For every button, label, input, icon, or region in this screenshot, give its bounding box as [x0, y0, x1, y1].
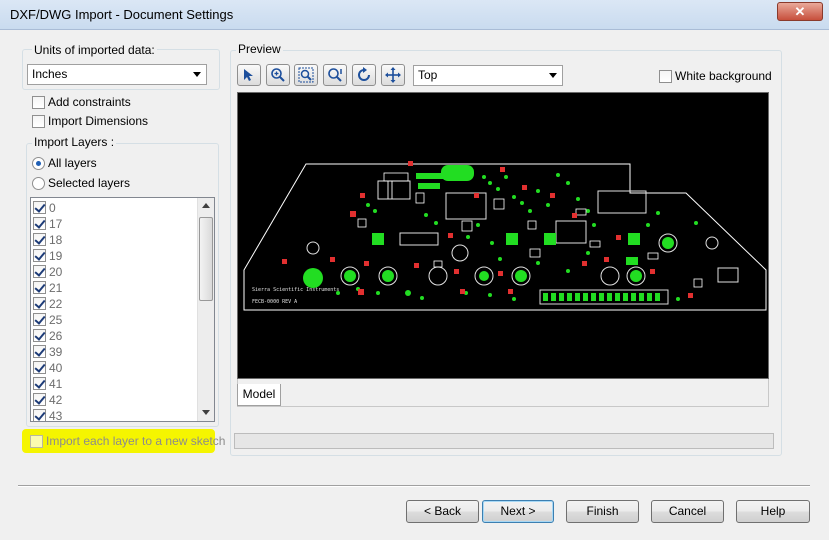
layer-label: 41: [49, 377, 63, 391]
zoom-fit-icon: [328, 68, 342, 82]
back-button[interactable]: < Back: [406, 500, 479, 523]
tab-strip: [237, 379, 769, 407]
import-each-layer-label: Import each layer to a new sketch: [46, 434, 226, 448]
layer-checkbox[interactable]: [33, 233, 46, 246]
select-tool-button[interactable]: [237, 64, 261, 86]
tab-model[interactable]: Model: [237, 384, 281, 406]
layer-label: 42: [49, 393, 63, 407]
add-constraints-checkbox[interactable]: [32, 96, 45, 109]
view-orientation-value: Top: [418, 68, 438, 82]
layer-label: 22: [49, 297, 63, 311]
layer-checkbox[interactable]: [33, 281, 46, 294]
layer-checkbox[interactable]: [33, 345, 46, 358]
help-button[interactable]: Help: [736, 500, 810, 523]
layer-checkbox[interactable]: [33, 297, 46, 310]
white-background-label: White background: [675, 69, 772, 83]
all-layers-radio[interactable]: [32, 157, 45, 170]
tab-model-label: Model: [242, 387, 276, 401]
add-constraints-label: Add constraints: [48, 95, 131, 109]
selected-layers-radio[interactable]: [32, 177, 45, 190]
zoom-fit-button[interactable]: [323, 64, 347, 86]
window-title: DXF/DWG Import - Document Settings: [10, 7, 234, 22]
selected-layers-label: Selected layers: [48, 176, 131, 190]
layers-scrollbar[interactable]: [197, 198, 214, 421]
pcb-drawing: Sierra Scientific Instruments FECB-0000 …: [243, 161, 767, 311]
cancel-button[interactable]: Cancel: [651, 500, 724, 523]
separator: [18, 485, 810, 487]
pan-button[interactable]: [381, 64, 405, 86]
layer-label: 19: [49, 249, 63, 263]
preview-canvas[interactable]: Sierra Scientific Instruments FECB-0000 …: [237, 92, 769, 379]
rotate-icon: [358, 67, 370, 81]
layer-label: 17: [49, 217, 63, 231]
zoom-window-button[interactable]: [294, 64, 318, 86]
layer-label: 20: [49, 265, 63, 279]
layer-checkbox[interactable]: [33, 329, 46, 342]
layer-checkbox[interactable]: [33, 313, 46, 326]
view-orientation-combo[interactable]: Top: [413, 65, 563, 86]
import-dimensions-label: Import Dimensions: [48, 114, 149, 128]
preview-label: Preview: [236, 42, 283, 56]
next-button[interactable]: Next >: [482, 500, 554, 523]
white-background-checkbox[interactable]: [659, 70, 672, 83]
units-label: Units of imported data:: [32, 43, 157, 57]
import-layers-label: Import Layers :: [32, 135, 117, 149]
zoom-in-icon: [271, 68, 285, 82]
layer-checkbox[interactable]: [33, 265, 46, 278]
units-combo[interactable]: Inches: [27, 64, 207, 85]
layer-label: 40: [49, 361, 63, 375]
layer-checkbox[interactable]: [33, 409, 46, 421]
pan-icon: [385, 67, 401, 83]
close-button[interactable]: ✕: [777, 2, 823, 21]
close-icon: ✕: [794, 4, 806, 19]
layer-checkbox[interactable]: [33, 377, 46, 390]
units-combo-value: Inches: [32, 67, 68, 81]
layer-checkbox[interactable]: [33, 249, 46, 262]
layer-label: 21: [49, 281, 63, 295]
import-dimensions-checkbox[interactable]: [32, 115, 45, 128]
scroll-up-icon[interactable]: [202, 203, 210, 208]
progress-bar: [234, 433, 774, 449]
layer-checkbox[interactable]: [33, 201, 46, 214]
layer-checkbox[interactable]: [33, 217, 46, 230]
zoom-in-button[interactable]: [266, 64, 290, 86]
layer-label: 39: [49, 345, 63, 359]
layer-label: 0: [49, 201, 56, 215]
board-silk-text-1: Sierra Scientific Instruments: [252, 287, 339, 293]
layers-list[interactable]: 0 17 18 19 20 21 22 25 26 39 40 41 42 43: [30, 197, 215, 422]
chevron-down-icon: [193, 72, 201, 77]
scrollbar-thumb[interactable]: [199, 217, 213, 301]
select-icon: [244, 69, 253, 81]
layer-checkbox[interactable]: [33, 361, 46, 374]
zoom-window-icon: [298, 67, 314, 83]
layer-label: 43: [49, 409, 63, 422]
finish-button[interactable]: Finish: [566, 500, 639, 523]
board-silk-text-2: FECB-0000 REV A: [252, 299, 297, 305]
import-each-layer-checkbox[interactable]: [30, 435, 43, 448]
chevron-down-icon: [549, 73, 557, 78]
layer-label: 26: [49, 329, 63, 343]
all-layers-label: All layers: [48, 156, 97, 170]
layer-label: 25: [49, 313, 63, 327]
rotate-button[interactable]: [352, 64, 376, 86]
layer-checkbox[interactable]: [33, 393, 46, 406]
scroll-down-icon[interactable]: [202, 410, 210, 415]
layer-label: 18: [49, 233, 63, 247]
